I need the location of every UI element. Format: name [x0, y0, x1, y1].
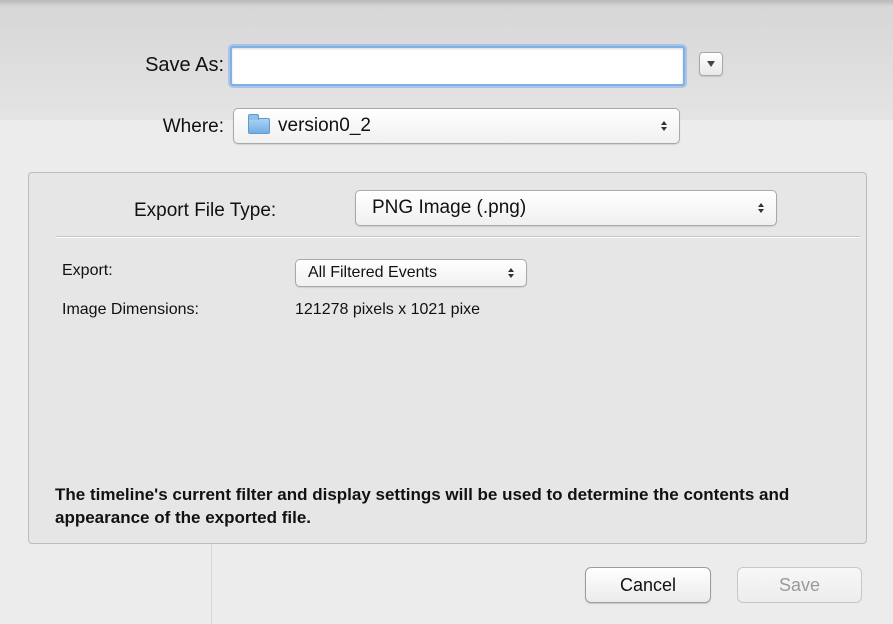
save-as-label: Save As: [145, 54, 224, 76]
timeline-connector [211, 540, 212, 624]
where-location-popup[interactable]: version0_2 [233, 108, 680, 144]
save-as-input[interactable] [230, 46, 685, 86]
cancel-button[interactable]: Cancel [585, 567, 711, 603]
export-info-text: The timeline's current filter and displa… [55, 485, 790, 527]
export-file-type-popup[interactable]: PNG Image (.png) [355, 190, 777, 226]
window-top-edge [0, 0, 893, 6]
image-dimensions-label: Image Dimensions: [62, 301, 199, 318]
expand-dialog-button[interactable] [699, 52, 723, 76]
export-label: Export: [62, 262, 113, 279]
panel-divider [56, 236, 860, 238]
where-location-value: version0_2 [278, 115, 371, 136]
export-file-type-label: Export File Type: [134, 200, 277, 221]
up-down-arrows-icon [661, 121, 667, 131]
save-button[interactable]: Save [737, 567, 862, 603]
export-scope-popup[interactable]: All Filtered Events [295, 259, 527, 287]
export-file-type-value: PNG Image (.png) [372, 197, 527, 218]
where-label: Where: [162, 116, 224, 137]
up-down-arrows-icon [758, 203, 764, 213]
export-scope-value: All Filtered Events [308, 264, 437, 281]
image-dimensions-value: 121278 pixels x 1021 pixe [295, 301, 481, 318]
chevron-down-icon [707, 61, 715, 67]
up-down-arrows-icon [508, 268, 514, 278]
folder-icon [248, 114, 270, 134]
